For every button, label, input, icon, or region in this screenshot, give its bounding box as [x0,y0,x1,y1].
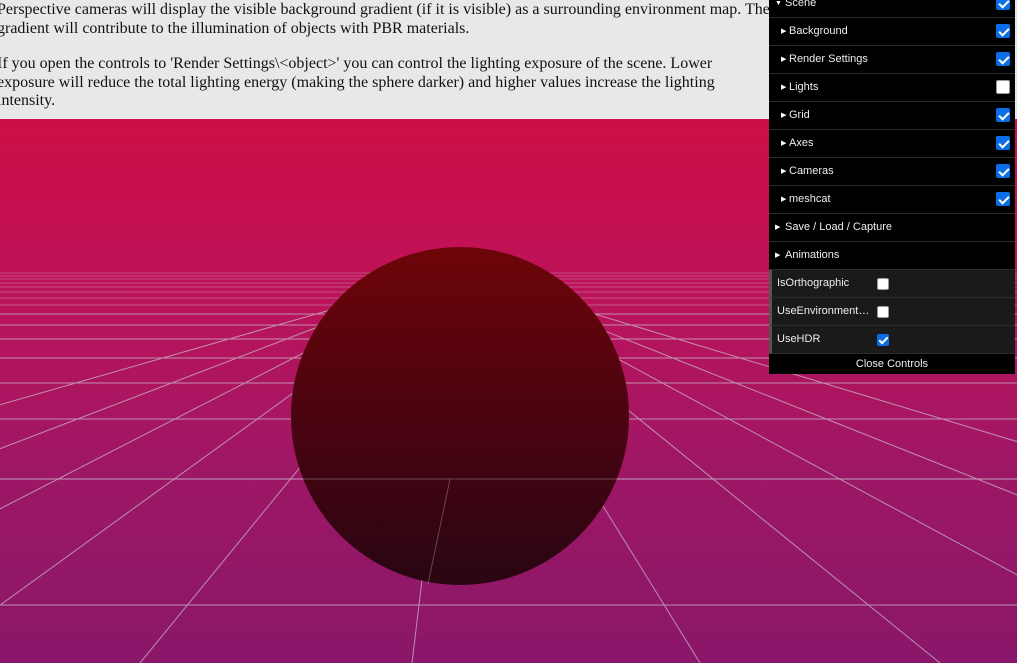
property-useenvironment: UseEnvironment… [769,298,1015,326]
folder-label: Save / Load / Capture [785,221,893,233]
chevron-right-icon: ▶ [775,252,781,259]
folder-axes[interactable]: ▶ Axes [769,130,1015,158]
chevron-right-icon: ▶ [781,28,787,35]
folder-label: Background [789,25,848,37]
scene-visible-checkbox[interactable] [996,0,1010,10]
property-label: UseEnvironment… [777,305,870,317]
chevron-right-icon: ▶ [781,84,787,91]
chevron-right-icon: ▶ [781,140,787,147]
sphere [291,247,629,585]
folder-cameras[interactable]: ▶ Cameras [769,158,1015,186]
folder-render-settings[interactable]: ▶ Render Settings [769,46,1015,74]
property-isorthographic: IsOrthographic [769,270,1015,298]
meshcat-visible-checkbox[interactable] [996,192,1010,206]
lights-visible-checkbox[interactable] [996,80,1010,94]
folder-label: meshcat [789,193,831,205]
property-usehdr: UseHDR [769,326,1015,354]
folder-scene-label: Scene [785,0,817,9]
controls-panel: ▼ Scene ▶ Background ▶ Render Settings ▶… [769,0,1015,374]
cameras-visible-checkbox[interactable] [996,164,1010,178]
folder-label: Grid [789,109,810,121]
chevron-right-icon: ▶ [781,56,787,63]
property-label: UseHDR [777,333,821,345]
folder-meshcat[interactable]: ▶ meshcat [769,186,1015,214]
render-settings-visible-checkbox[interactable] [996,52,1010,66]
folder-lights[interactable]: ▶ Lights [769,74,1015,102]
grid-visible-checkbox[interactable] [996,108,1010,122]
folder-save-load-capture[interactable]: ▶ Save / Load / Capture [769,214,1015,242]
usehdr-checkbox[interactable] [877,334,889,346]
intro-text: Perspective cameras will display the vis… [0,0,770,119]
folder-background[interactable]: ▶ Background [769,18,1015,46]
folder-label: Animations [785,249,840,261]
folder-label: Cameras [789,165,834,177]
folder-scene[interactable]: ▼ Scene [769,0,1015,18]
background-visible-checkbox[interactable] [996,24,1010,38]
folder-label: Axes [789,137,814,149]
chevron-down-icon: ▼ [775,0,782,7]
property-label: IsOrthographic [777,277,850,289]
close-controls-button[interactable]: Close Controls [769,354,1015,374]
intro-paragraph-1: Perspective cameras will display the vis… [0,1,770,37]
intro-paragraph-2: If you open the controls to 'Render Sett… [0,55,715,109]
folder-grid[interactable]: ▶ Grid [769,102,1015,130]
folder-label: Render Settings [789,53,868,65]
isorthographic-checkbox[interactable] [877,278,889,290]
chevron-right-icon: ▶ [781,196,787,203]
chevron-right-icon: ▶ [781,112,787,119]
axes-visible-checkbox[interactable] [996,136,1010,150]
folder-label: Lights [789,81,819,93]
folder-animations[interactable]: ▶ Animations [769,242,1015,270]
chevron-right-icon: ▶ [775,224,781,231]
chevron-right-icon: ▶ [781,168,787,175]
useenvironment-checkbox[interactable] [877,306,889,318]
